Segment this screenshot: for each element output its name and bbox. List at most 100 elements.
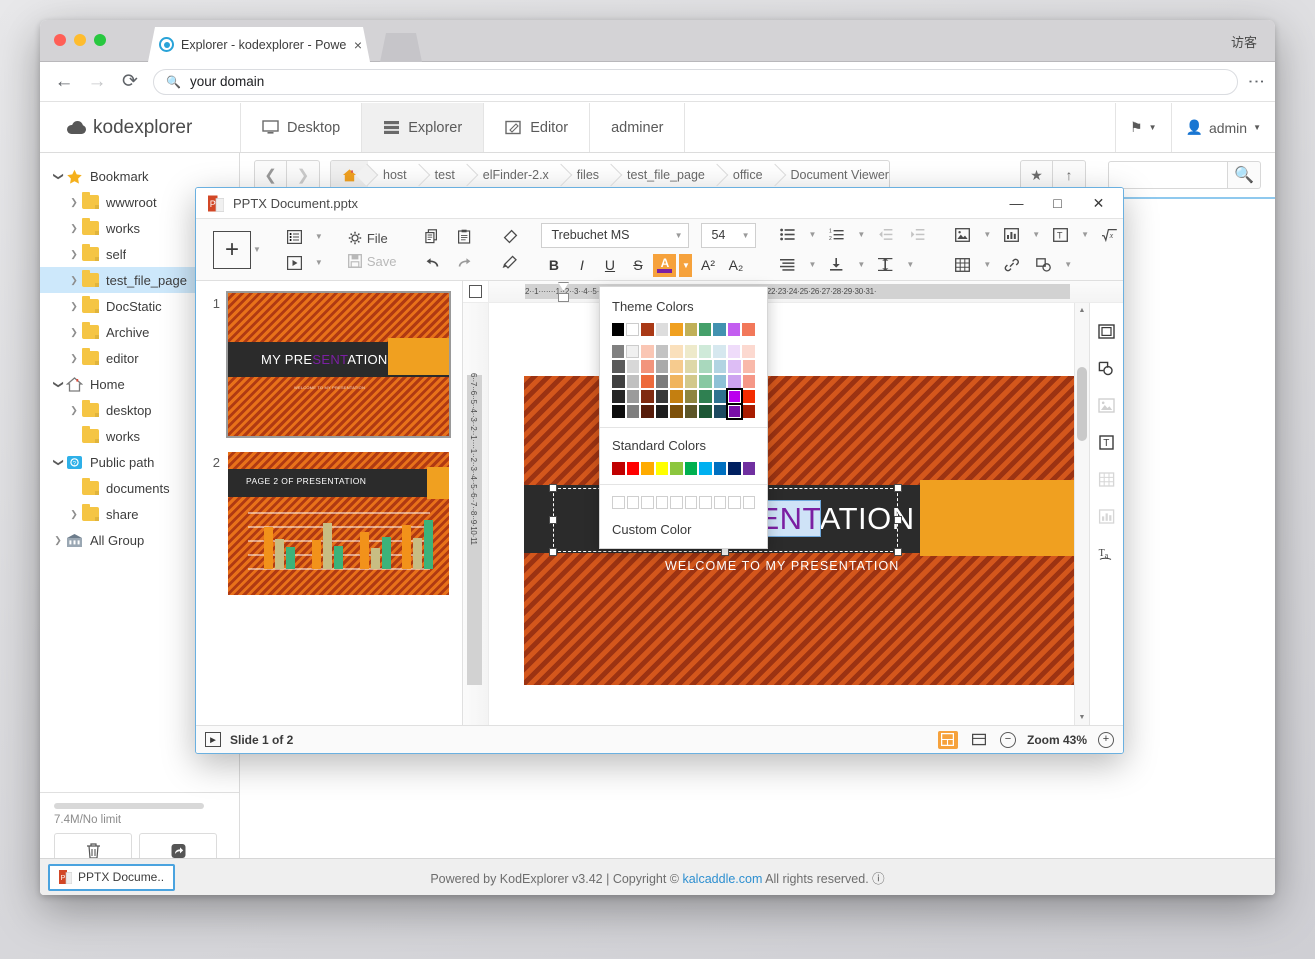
chevron-right-icon[interactable]: ❯ [66,301,82,312]
color-swatch[interactable] [656,462,669,475]
valign-icon[interactable] [823,253,850,277]
paste-icon[interactable] [451,225,478,249]
color-swatch[interactable] [713,323,725,336]
chevron-right-icon[interactable]: ❯ [66,509,82,520]
color-swatch[interactable] [728,323,740,336]
color-swatch[interactable] [656,345,668,358]
eraser-icon[interactable] [496,225,523,249]
color-swatch[interactable] [627,405,640,418]
chevron-down-icon[interactable]: ▼ [1079,230,1091,239]
sidebar-item-bookmark[interactable]: ❯Bookmark [40,163,239,189]
nav-forward-button[interactable]: ❯ [287,160,320,190]
chevron-down-icon[interactable]: ▼ [313,232,325,241]
color-swatch[interactable] [627,360,640,373]
minimize-button[interactable]: — [996,188,1037,218]
slide-stage[interactable]: MY PRESENTATION WELCOME TO MY PRESENTATI… [489,303,1074,725]
close-window-button[interactable] [54,34,66,46]
color-swatch[interactable] [728,462,741,475]
recent-color-slot[interactable] [656,496,669,509]
color-swatch[interactable] [699,345,711,358]
chevron-down-icon[interactable]: ▼ [855,260,867,269]
color-swatch[interactable] [656,390,669,403]
breadcrumb-home[interactable] [331,161,368,189]
recent-color-slot[interactable] [743,496,756,509]
reload-icon[interactable]: ⟳ [120,72,140,91]
scroll-down-icon[interactable]: ▼ [1075,710,1089,725]
color-swatch[interactable] [685,360,698,373]
search-icon[interactable]: 🔍 [1228,161,1261,189]
app-logo[interactable]: kodexplorer [40,103,240,152]
color-swatch[interactable] [743,375,756,388]
underline-button[interactable]: U [597,254,622,277]
chevron-down-icon[interactable]: ❯ [53,376,64,392]
color-swatch[interactable] [656,323,668,336]
nav-tab-editor[interactable]: Editor [483,103,589,152]
color-swatch[interactable] [743,405,756,418]
resize-handle-nw[interactable] [549,484,557,492]
color-swatch[interactable] [612,462,625,475]
back-icon[interactable]: ← [54,72,74,91]
chevron-down-icon[interactable]: ▼ [855,230,867,239]
horizontal-ruler[interactable]: 2··1·······1··2··3··4··5··6··7··8··9·10·… [489,281,1123,302]
color-swatch[interactable] [699,323,711,336]
scroll-up-icon[interactable]: ▲ [1075,303,1089,318]
chevron-down-icon[interactable]: ▼ [904,260,916,269]
chevron-right-icon[interactable]: ❯ [66,249,82,260]
language-flag-menu[interactable]: ⚑ ▼ [1115,103,1170,152]
browser-tab[interactable]: Explorer - kodexplorer - Power × [148,27,370,62]
recent-color-slot[interactable] [728,496,741,509]
color-swatch[interactable] [612,323,624,336]
color-swatch[interactable] [612,345,624,358]
search-input[interactable] [1108,161,1228,189]
slide-settings-icon[interactable] [1096,321,1118,341]
info-icon[interactable]: ⓘ [872,872,885,886]
color-swatch[interactable] [641,462,654,475]
chevron-down-icon[interactable]: ❯ [53,168,64,184]
color-swatch[interactable] [685,375,698,388]
numbered-list-icon[interactable]: 12 [823,223,850,247]
chevron-right-icon[interactable]: ❯ [50,535,66,546]
insert-table-icon[interactable] [949,253,976,277]
recent-color-slot[interactable] [714,496,727,509]
color-swatch[interactable] [627,390,640,403]
slide-thumbnail-2[interactable]: PAGE 2 OF PRESENTATION [228,452,449,595]
color-swatch[interactable] [714,375,727,388]
chevron-right-icon[interactable]: ❯ [66,197,82,208]
chevron-down-icon[interactable]: ▼ [981,260,993,269]
color-swatch[interactable] [656,375,669,388]
resize-handle-ne[interactable] [894,484,902,492]
vertical-scrollbar[interactable]: ▲ ▼ [1074,303,1089,725]
color-swatch[interactable] [670,323,682,336]
color-swatch[interactable] [714,405,727,418]
color-swatch[interactable] [656,405,669,418]
resize-handle-e[interactable] [894,516,902,524]
chevron-right-icon[interactable]: ❯ [66,275,82,286]
normal-view-icon[interactable] [938,731,958,749]
color-swatch[interactable] [685,390,698,403]
subscript-button[interactable]: A₂ [723,254,748,277]
nav-tab-adminer[interactable]: adminer [589,103,685,152]
insert-chart-icon[interactable] [998,223,1025,247]
color-swatch[interactable] [699,360,712,373]
color-swatch[interactable] [641,375,654,388]
color-swatch[interactable] [699,390,712,403]
color-swatch[interactable] [699,462,712,475]
recent-color-slot[interactable] [627,496,640,509]
zoom-out-button[interactable]: − [1000,732,1016,748]
font-color-button[interactable]: A [653,254,676,277]
color-swatch[interactable] [641,405,654,418]
font-color-dropdown-toggle[interactable]: ▼ [679,254,692,277]
color-swatch[interactable] [641,360,654,373]
shape-settings-icon[interactable] [1096,358,1118,378]
color-swatch[interactable] [728,345,740,358]
bold-button[interactable]: B [541,254,566,277]
close-tab-icon[interactable]: × [354,38,362,52]
zoom-in-button[interactable]: + [1098,732,1114,748]
minimize-window-button[interactable] [74,34,86,46]
superscript-button[interactable]: A² [695,254,720,277]
nav-tab-desktop[interactable]: Desktop [240,103,361,152]
color-swatch[interactable] [743,462,756,475]
color-swatch[interactable] [742,323,754,336]
color-swatch[interactable] [641,390,654,403]
indent-marker-bottom[interactable] [558,293,569,302]
